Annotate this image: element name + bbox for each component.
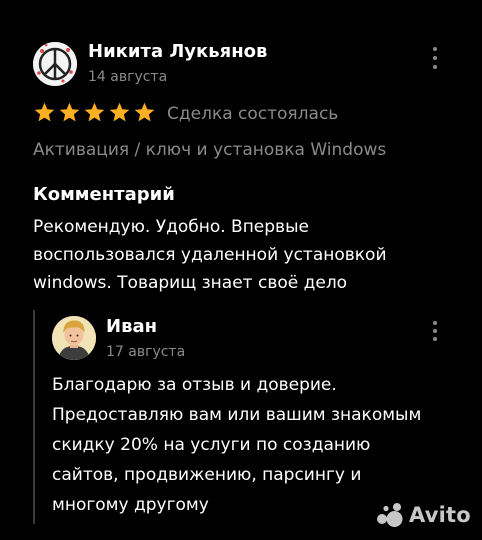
review-date: 14 августа	[88, 69, 168, 85]
seller-avatar-image	[52, 316, 96, 360]
star-icon	[134, 102, 155, 122]
comment-text: Рекомендую. Удобно. Впервые воспользовал…	[33, 217, 387, 293]
reviewer-name[interactable]: Никита Лукьянов	[88, 41, 267, 62]
seller-avatar[interactable]	[52, 316, 96, 360]
reviewer-avatar-image	[33, 42, 77, 86]
rating-stars	[33, 101, 156, 124]
star-icon	[59, 102, 80, 122]
avito-wordmark: Avito	[409, 503, 471, 527]
reply-date: 17 августа	[106, 344, 186, 360]
review-card: Никита Лукьянов 14 августа Сделка состоя…	[0, 0, 482, 540]
review-menu-icon[interactable]	[432, 47, 438, 69]
star-icon	[84, 102, 105, 122]
deal-status: Сделка состоялась	[167, 104, 339, 124]
reply-text: Благодарю за отзыв и доверие. Предоставл…	[52, 375, 422, 515]
comment-heading: Комментарий	[33, 184, 175, 205]
reply-menu-icon[interactable]	[432, 321, 438, 341]
reply-divider	[33, 310, 35, 524]
avito-logo-icon	[377, 503, 403, 527]
seller-name[interactable]: Иван	[106, 316, 157, 337]
avito-watermark: Avito	[375, 502, 471, 528]
star-icon	[34, 102, 55, 122]
reviewer-avatar[interactable]	[33, 42, 77, 86]
review-category: Активация / ключ и установка Windows	[33, 140, 387, 160]
star-icon	[109, 102, 130, 122]
